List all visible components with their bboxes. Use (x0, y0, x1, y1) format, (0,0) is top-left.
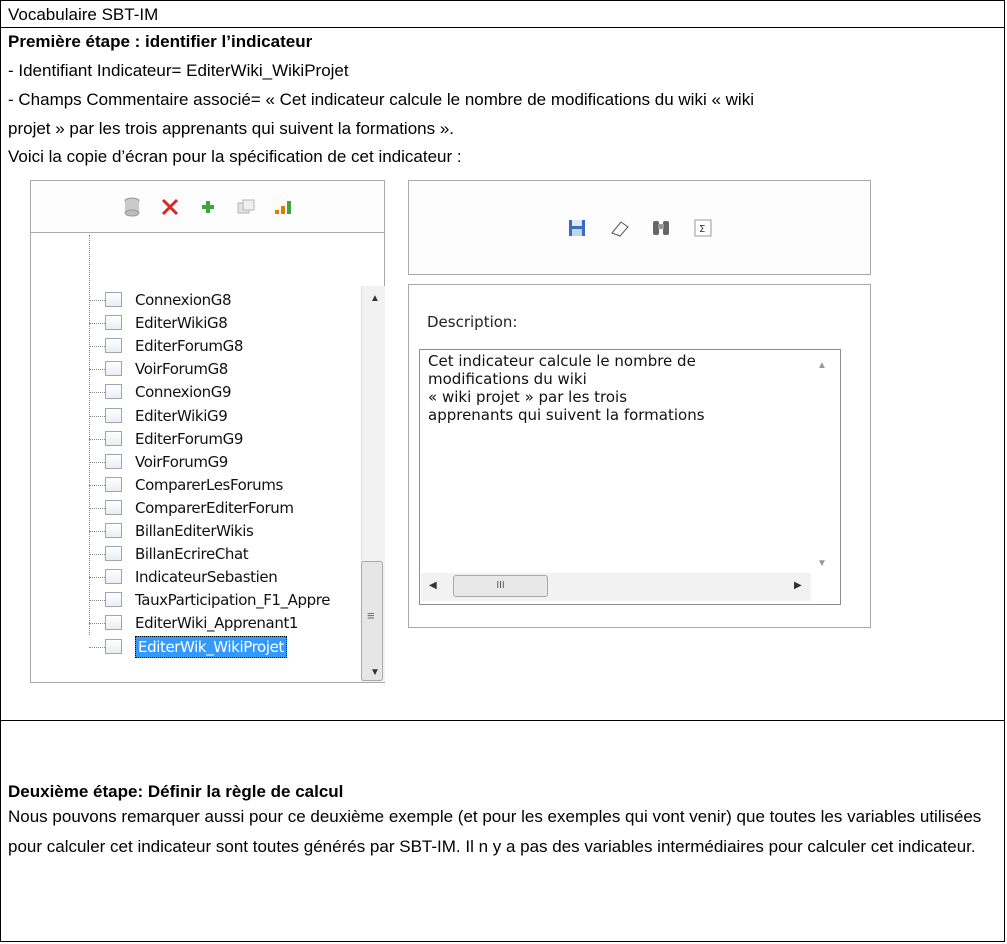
indicator-id-line: - Identifiant Indicateur= EditerWiki_Wik… (8, 61, 349, 80)
step1-heading: Première étape : identifier l’indicateur (8, 32, 313, 51)
comment-line-1: - Champs Commentaire associé= « Cet indi… (8, 90, 754, 109)
comment-line-2: projet » par les trois apprenants qui su… (8, 119, 455, 138)
document-table: Vocabulaire SBT-IM Première étape : iden… (0, 0, 1005, 942)
tree-item[interactable]: EditerWikiG8 (31, 312, 331, 334)
tree-item-label: TauxParticipation_F1_Appre (135, 591, 331, 610)
tree-item[interactable]: TauxParticipation_F1_Appre (31, 589, 331, 611)
eraser-icon[interactable] (609, 218, 629, 238)
tree-item[interactable]: ConnexionG8 (31, 289, 331, 311)
svg-text:Σ: Σ (699, 224, 705, 235)
tree-item-label: ComparerEditerForum (135, 498, 294, 517)
scroll-grip: ≡ (367, 608, 375, 623)
tree-item[interactable]: BillanEditerWikis (31, 520, 331, 542)
description-text: Cet indicateur calcule le nombre de modi… (428, 352, 705, 424)
desc-scroll-up-arrow[interactable]: ▲ (817, 360, 827, 371)
tree-item-label: ConnexionG8 (135, 291, 232, 309)
indicator-tree-pane: ConnexionG8 EditerWikiG8 EditerForumG8 Voir… (30, 180, 385, 683)
screenshot-intro: Voici la copie d’écran pour la spécifica… (8, 147, 462, 166)
description-label: Description: (427, 313, 518, 331)
tree-item[interactable]: EditerWiki_Apprenant1 (31, 612, 331, 634)
delete-icon[interactable] (160, 197, 180, 217)
description-textarea[interactable]: Cet indicateur calcule le nombre de modi… (419, 349, 841, 605)
tree-item[interactable]: EditerWik_WikiProjet (31, 635, 331, 658)
scroll-down-arrow[interactable]: ▼ (370, 667, 380, 678)
row-divider (1, 720, 1004, 721)
tree-item-label: EditerWik_WikiProjet (135, 635, 287, 658)
add-icon[interactable] (198, 197, 218, 217)
desc-scroll-down-arrow[interactable]: ▼ (817, 558, 827, 569)
tree-item-label: EditerWikiG8 (135, 314, 228, 333)
step2-paragraph: Nous pouvons remarquer aussi pour ce deu… (8, 807, 982, 856)
binoculars-icon[interactable] (651, 218, 671, 238)
table-icon (105, 430, 122, 446)
row-divider (1, 27, 1004, 28)
chart-icon[interactable] (274, 197, 294, 217)
tree-item[interactable]: IndicateurSebastien (31, 566, 331, 588)
scroll-up-arrow[interactable]: ▲ (370, 293, 380, 304)
tree-item-label: EditerWiki_Apprenant1 (135, 614, 299, 633)
table-icon (105, 453, 122, 469)
copy-icon[interactable] (236, 197, 256, 217)
table-icon (105, 407, 122, 423)
table-icon (105, 546, 122, 562)
table-icon (105, 292, 122, 307)
tree-item-label: VoirForumG8 (135, 360, 228, 379)
table-icon (105, 384, 122, 400)
tree-item-label: EditerWikiG9 (135, 406, 228, 425)
left-toolbar (31, 181, 384, 233)
tree-item-label: ConnexionG9 (135, 383, 232, 402)
tree-item[interactable]: ConnexionG9 (31, 381, 331, 403)
hscroll-thumb[interactable]: III (453, 575, 548, 597)
tree-item[interactable]: ComparerLesForums (31, 474, 331, 496)
table-icon (105, 499, 122, 515)
formula-icon[interactable]: Σ (693, 218, 713, 238)
editor-toolbar-pane: Σ (408, 180, 871, 275)
tree-item[interactable]: VoirForumG8 (31, 358, 331, 380)
tree-item-label: EditerForumG9 (135, 429, 243, 448)
tree-item[interactable]: VoirForumG9 (31, 451, 331, 473)
save-icon[interactable] (567, 218, 587, 238)
tree-item-label: VoirForumG9 (135, 452, 228, 471)
table-icon (105, 338, 122, 354)
tree-item-label: EditerForumG8 (135, 337, 243, 356)
hscroll-left-arrow[interactable]: ◀ (429, 580, 437, 591)
step2-heading: Deuxième étape: Définir la règle de calc… (8, 782, 344, 801)
tree-item[interactable]: EditerWikiG9 (31, 405, 331, 427)
tree-item[interactable]: ComparerEditerForum (31, 497, 331, 519)
page-title: Vocabulaire SBT-IM (8, 5, 159, 24)
database-icon[interactable] (122, 197, 142, 217)
tree-item[interactable]: BillanEcrireChat (31, 543, 331, 565)
tree-item-label: ComparerLesForums (135, 475, 283, 494)
right-toolbar: Σ (409, 181, 870, 274)
table-icon (105, 476, 122, 492)
table-icon (105, 638, 122, 654)
table-icon (105, 315, 122, 331)
table-icon (105, 615, 122, 631)
tree-item[interactable]: EditerForumG8 (31, 335, 331, 357)
table-icon (105, 361, 122, 377)
table-icon (105, 569, 122, 585)
tree-item-label: BillanEditerWikis (135, 522, 254, 540)
tree-scroll-thumb[interactable]: ≡ (361, 561, 383, 681)
tree-item-label: BillanEcrireChat (135, 545, 249, 564)
tree-item-label: IndicateurSebastien (135, 568, 278, 587)
hscroll-right-arrow[interactable]: ▶ (794, 580, 802, 591)
tree-item[interactable]: EditerForumG9 (31, 428, 331, 450)
table-icon (105, 592, 122, 608)
table-icon (105, 523, 122, 538)
